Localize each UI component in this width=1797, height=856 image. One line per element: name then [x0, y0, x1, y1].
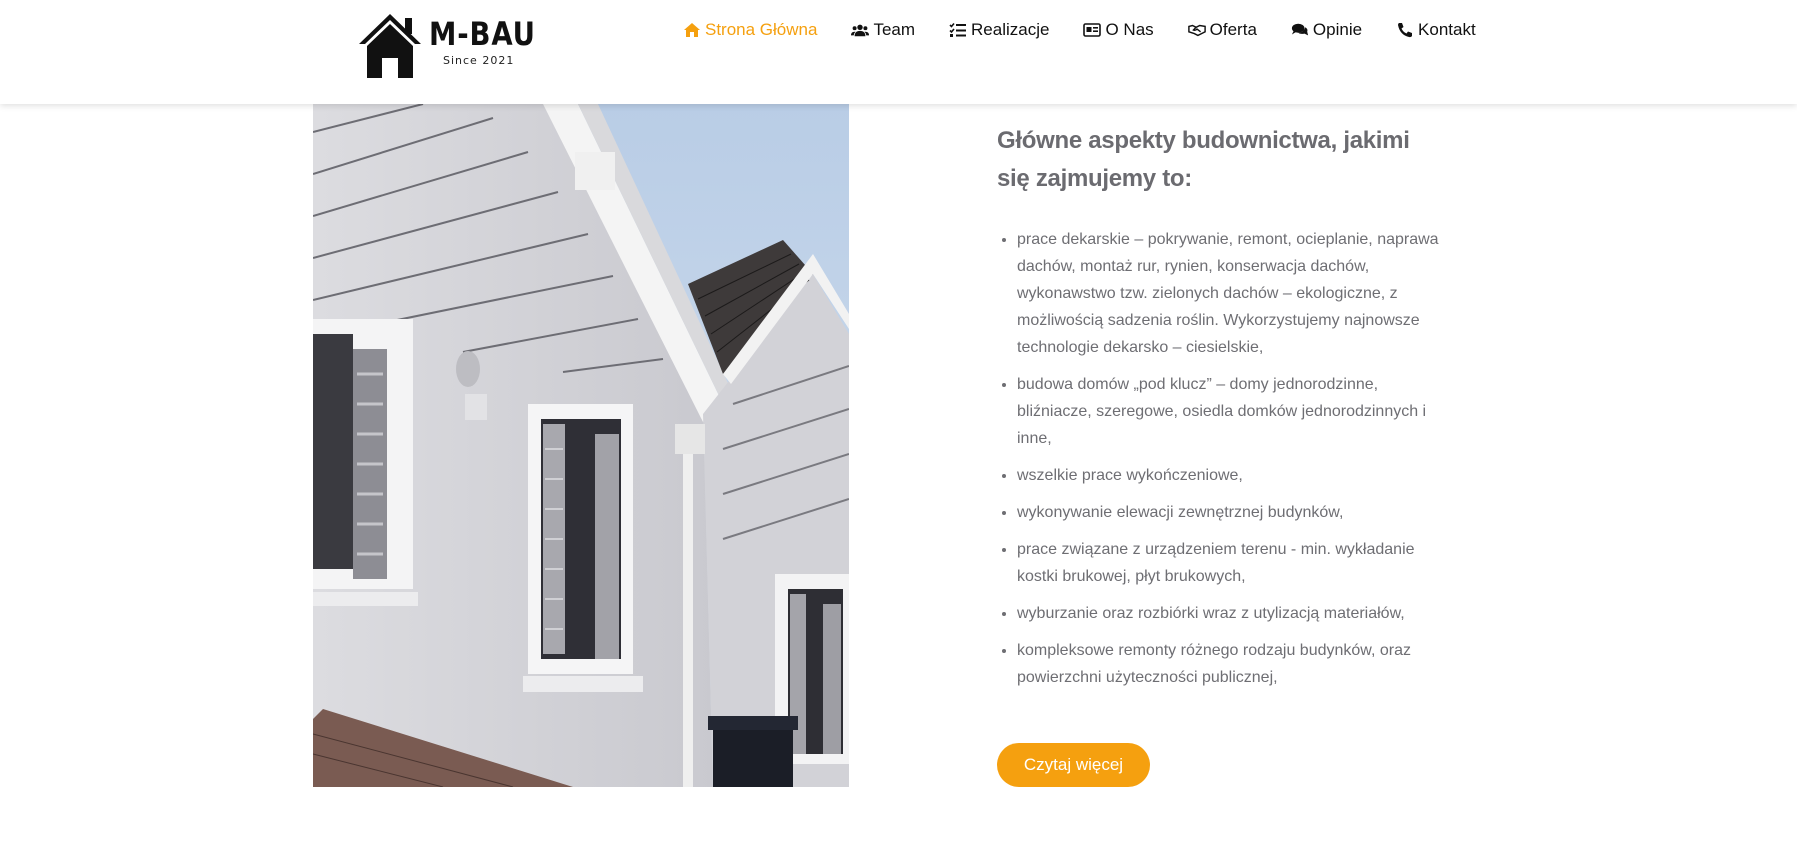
id-card-icon	[1083, 22, 1102, 38]
list-item: kompleksowe remonty różnego rodzaju budy…	[1017, 637, 1447, 691]
brand-name: M-BAU	[429, 15, 536, 53]
nav-item-kontakt[interactable]: Kontakt	[1396, 20, 1476, 40]
handshake-icon	[1187, 22, 1206, 38]
nav-item-o-nas[interactable]: O Nas	[1083, 20, 1154, 40]
site-header: M-BAU Since 2021 Strona Główna Team Real…	[0, 0, 1797, 104]
services-section: Główne aspekty budownictwa, jakimi się z…	[997, 122, 1447, 701]
users-icon	[851, 22, 870, 38]
list-item: wszelkie prace wykończeniowe,	[1017, 462, 1447, 489]
list-icon	[949, 22, 967, 38]
brand-tagline: Since 2021	[443, 54, 515, 67]
comments-icon	[1291, 22, 1309, 38]
nav-label: O Nas	[1105, 20, 1154, 39]
nav-label: Opinie	[1312, 20, 1363, 39]
main-nav: Strona Główna Team Realizacje O Nas Ofer…	[683, 18, 1476, 42]
nav-label: Kontakt	[1418, 20, 1476, 39]
house-logo-icon	[359, 14, 421, 78]
nav-item-opinie[interactable]: Opinie	[1291, 20, 1362, 40]
nav-item-oferta[interactable]: Oferta	[1187, 20, 1257, 40]
read-more-button[interactable]: Czytaj więcej	[997, 743, 1150, 787]
house-photo	[313, 104, 849, 787]
nav-label: Oferta	[1209, 20, 1257, 39]
home-icon	[683, 22, 701, 38]
services-heading: Główne aspekty budownictwa, jakimi się z…	[997, 127, 1410, 192]
nav-item-realizacje[interactable]: Realizacje	[949, 20, 1049, 40]
list-item: budowa domów „pod klucz” – domy jednorod…	[1017, 371, 1447, 452]
logo[interactable]: M-BAU Since 2021	[357, 12, 535, 80]
list-item: wykonywanie elewacji zewnętrznej budynkó…	[1017, 499, 1447, 526]
phone-icon	[1396, 22, 1414, 38]
nav-label: Strona Główna	[705, 20, 818, 39]
list-item: wyburzanie oraz rozbiórki wraz z utyliza…	[1017, 600, 1447, 627]
nav-item-home[interactable]: Strona Główna	[683, 20, 817, 40]
list-item: prace związane z urządzeniem terenu - mi…	[1017, 536, 1447, 590]
nav-item-team[interactable]: Team	[851, 20, 915, 40]
nav-label: Realizacje	[971, 20, 1050, 39]
nav-label: Team	[873, 20, 916, 39]
list-item: prace dekarskie – pokrywanie, remont, oc…	[1017, 226, 1447, 361]
services-list: prace dekarskie – pokrywanie, remont, oc…	[997, 226, 1447, 691]
